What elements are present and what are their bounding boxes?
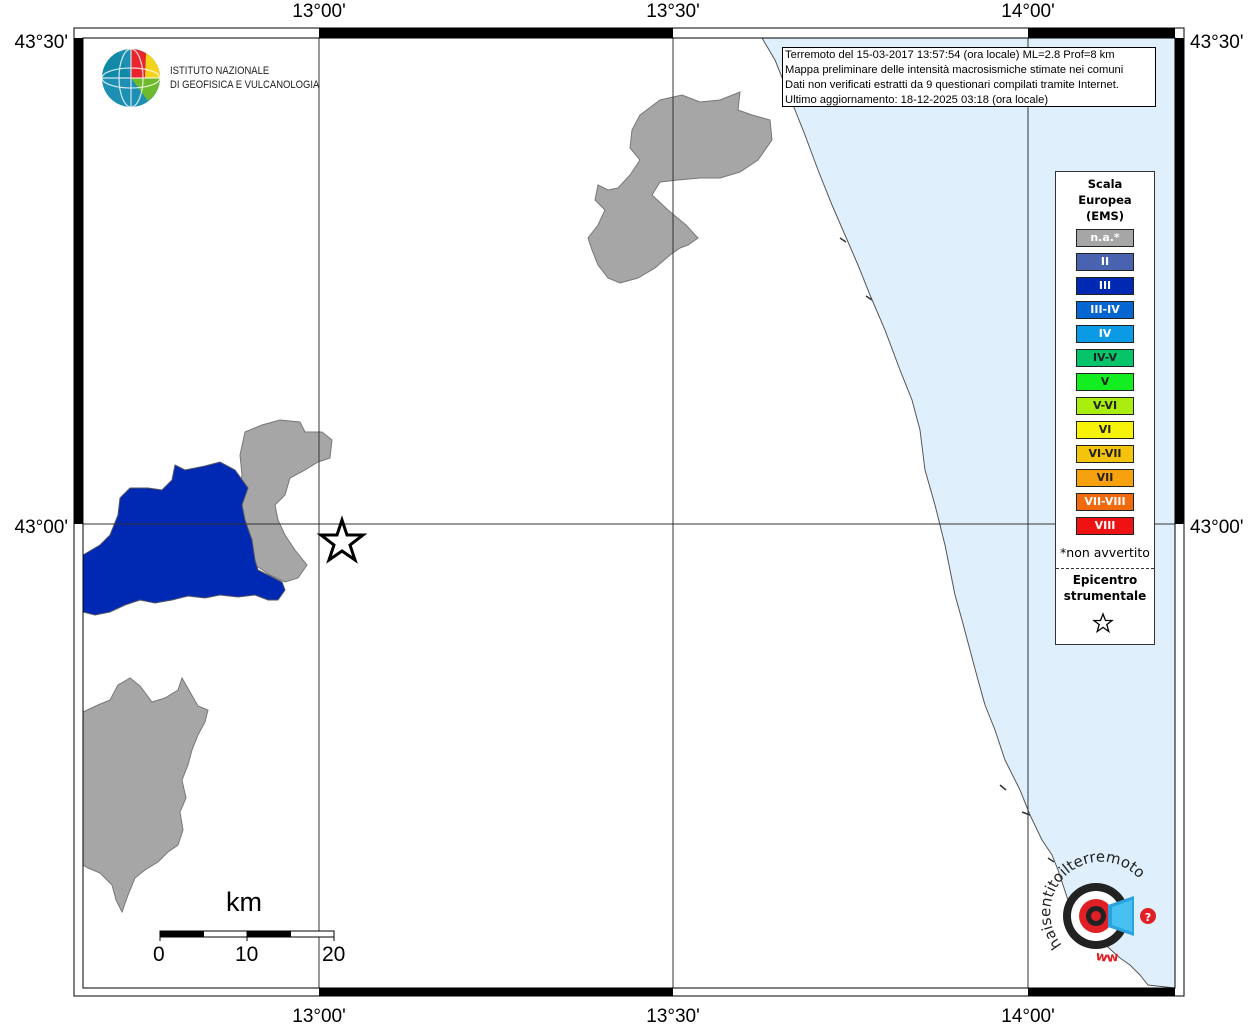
ingv-line-1: ISTITUTO NAZIONALE [170,65,270,77]
legend-swatch: IV [1076,325,1134,343]
legend-title: Scala Europea (EMS) [1056,176,1154,224]
municipality-na-bottom [82,676,209,914]
scale-tick-20: 20 [322,943,346,966]
legend-swatch: VIII [1076,517,1134,535]
legend-swatch: VII-VIII [1076,493,1134,511]
lon-label-bottom-1330: 13°30' [646,1006,700,1024]
legend-title-line-2: Europea [1078,193,1132,207]
earthquake-info-box: Terremoto del 15-03-2017 13:57:54 (ora l… [782,47,1156,107]
ingv-line-2: DI GEOFISICA E VULCANOLOGIA [170,79,320,91]
legend-swatch: III-IV [1076,301,1134,319]
svg-text:?: ? [1145,911,1151,924]
legend-swatch: IV-V [1076,349,1134,367]
scale-tick-10: 10 [235,943,259,966]
info-line-2: Mappa preliminare delle intensità macros… [785,64,1124,76]
legend-swatch: V [1076,373,1134,391]
legend-separator [1056,568,1154,569]
legend-swatch: VI [1076,421,1134,439]
info-line-4: Ultimo aggiornamento: 18-12-2025 03:18 (… [785,94,1049,106]
ingv-logo-icon [101,48,161,108]
legend-title-line-3: (EMS) [1085,209,1125,223]
legend-title-line-1: Scala [1087,177,1123,191]
lat-label-right-4330: 43°30' [1190,32,1244,53]
epicenter-legend-line-1: Epicentro [1072,573,1138,587]
lon-label-bottom-1300: 13°00' [292,1006,346,1024]
lon-label-top-1300: 13°00' [292,1,346,22]
epicenter-legend-star-icon [1092,612,1114,634]
legend-swatch: V-VI [1076,397,1134,415]
epicenter-legend-line-2: strumentale [1063,589,1147,603]
ingv-logo-text: ISTITUTO NAZIONALE DI GEOFISICA E VULCAN… [170,64,319,92]
info-line-1: Terremoto del 15-03-2017 13:57:54 (ora l… [785,49,1115,61]
legend-swatch: VI-VII [1076,445,1134,463]
legend-swatch: VII [1076,469,1134,487]
scale-tick-0: 0 [153,943,165,966]
epicenter-star-icon [316,515,368,564]
lon-label-bottom-1400: 14°00' [1001,1006,1055,1024]
municipality-na-top [587,91,773,284]
scale-bar-unit: km [226,887,262,917]
scale-bar [159,930,335,941]
epicenter-legend-title: Epicentro strumentale [1056,572,1154,604]
lon-label-top-1400: 14°00' [1001,1,1055,22]
info-line-3: Dati non verificati estratti da 9 questi… [785,79,1119,91]
ems-legend: Scala Europea (EMS) n.a.* II III III-IV IV IV… [1055,171,1155,645]
legend-note: *non avvertito [1060,545,1150,560]
lat-label-right-4300: 43°00' [1190,517,1244,538]
legend-swatch: n.a.* [1076,229,1134,247]
lat-label-left-4330: 43°30' [15,32,69,53]
lat-label-left-4300: 43°00' [15,517,69,538]
legend-swatch: II [1076,253,1134,271]
lon-label-top-1330: 13°30' [646,1,700,22]
legend-swatch: III [1076,277,1134,295]
